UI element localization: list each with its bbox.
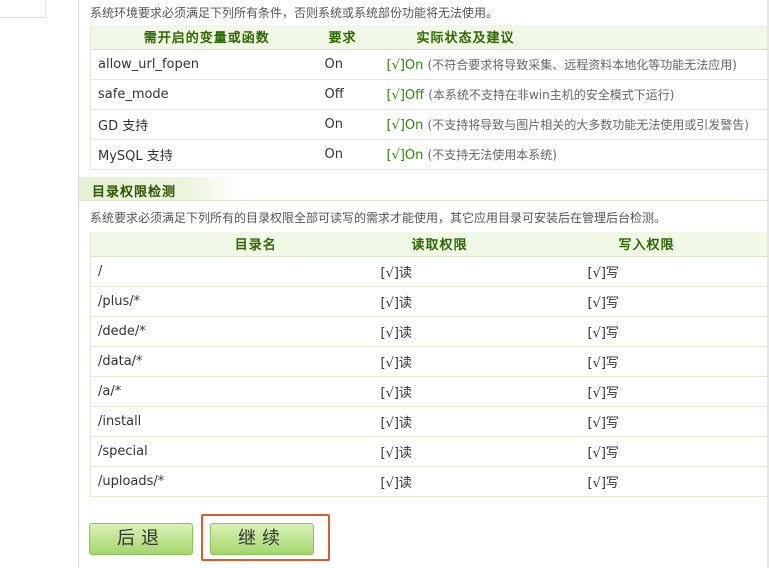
dir-permissions-table: 目录名 读取权限 写入权限 / [√]读 [√]写 /plus/* [√]读 […	[90, 232, 767, 497]
env-note: (本系统不支持在非win主机的安全模式下运行)	[428, 87, 675, 102]
env-status-cell: [√]Off (本系统不支持在非win主机的安全模式下运行)	[386, 79, 767, 110]
env-required: Off	[322, 79, 387, 110]
env-requirements-table: 需开启的变量或函数 要求 实际状态及建议 allow_url_fopen On …	[90, 25, 767, 170]
dir-write: [√]写	[587, 256, 767, 287]
dir-write: [√]写	[587, 286, 767, 317]
dir-write: [√]写	[587, 406, 767, 437]
env-row: allow_url_fopen On [√]On (不符合要求将导致采集、远程资…	[90, 49, 767, 80]
env-name: MySQL 支持	[90, 139, 323, 170]
dir-name: /plus/*	[90, 286, 381, 317]
env-note: (不支持将导致与图片相关的大多数功能无法使用或引发警告)	[427, 117, 749, 132]
left-frame-tab	[0, 0, 46, 18]
dir-table-header: 目录名 读取权限 写入权限	[90, 232, 767, 257]
dir-row: /special [√]读 [√]写	[90, 436, 767, 467]
env-name: allow_url_fopen	[90, 49, 323, 80]
dir-write: [√]写	[587, 346, 767, 377]
continue-button[interactable]: 继续	[210, 523, 314, 555]
env-name: GD 支持	[90, 109, 323, 140]
env-row: MySQL 支持 On [√]On (不支持无法使用本系统)	[90, 139, 767, 170]
env-status-cell: [√]On (不符合要求将导致采集、远程资料本地化等功能无法应用)	[386, 49, 767, 80]
env-name: safe_mode	[90, 79, 323, 110]
left-frame	[0, 0, 79, 568]
dir-row: /a/* [√]读 [√]写	[90, 376, 767, 407]
env-col-required: 要求	[322, 25, 387, 50]
env-status: [√]On	[386, 147, 424, 163]
env-note: (不支持无法使用本系统)	[427, 147, 557, 162]
env-table-header: 需开启的变量或函数 要求 实际状态及建议	[90, 25, 767, 50]
dir-section-header: 目录权限检测	[79, 177, 767, 201]
dir-read: [√]读	[380, 436, 588, 467]
dir-row: /uploads/* [√]读 [√]写	[90, 466, 767, 497]
dir-write: [√]写	[587, 436, 767, 467]
dir-row: /dede/* [√]读 [√]写	[90, 316, 767, 347]
dir-read: [√]读	[380, 406, 588, 437]
dir-write: [√]写	[587, 466, 767, 497]
env-row: safe_mode Off [√]Off (本系统不支持在非win主机的安全模式…	[90, 79, 767, 110]
env-status: [√]Off	[386, 87, 425, 103]
dir-write: [√]写	[587, 316, 767, 347]
env-col-status: 实际状态及建议	[386, 25, 767, 50]
dir-name: /dede/*	[90, 316, 381, 347]
back-button[interactable]: 后退	[89, 523, 193, 555]
section-divider	[79, 200, 767, 201]
env-status: [√]On	[386, 57, 424, 73]
dir-write: [√]写	[587, 376, 767, 407]
dir-section-title: 目录权限检测	[92, 185, 177, 200]
env-status: [√]On	[386, 117, 424, 133]
dir-row: /install [√]读 [√]写	[90, 406, 767, 437]
env-required: On	[322, 49, 387, 80]
dir-read: [√]读	[380, 256, 588, 287]
env-note: (不符合要求将导致采集、远程资料本地化等功能无法应用)	[427, 57, 737, 72]
dir-row: /data/* [√]读 [√]写	[90, 346, 767, 377]
dir-read: [√]读	[380, 286, 588, 317]
env-intro-text: 系统环境要求必须满足下列所有条件，否则系统或系统部份功能将无法使用。	[90, 6, 499, 20]
install-check-panel: 系统环境要求必须满足下列所有条件，否则系统或系统部份功能将无法使用。 需开启的变…	[79, 0, 767, 568]
dir-name: /uploads/*	[90, 466, 381, 497]
dir-col-write: 写入权限	[587, 232, 767, 257]
env-col-variable: 需开启的变量或函数	[90, 25, 323, 50]
dir-read: [√]读	[380, 466, 588, 497]
dir-name: /install	[90, 406, 381, 437]
env-required: On	[322, 139, 387, 170]
dir-col-read: 读取权限	[380, 232, 588, 257]
dir-read: [√]读	[380, 316, 588, 347]
env-required: On	[322, 109, 387, 140]
dir-row: / [√]读 [√]写	[90, 256, 767, 287]
dir-name: /a/*	[90, 376, 381, 407]
dir-read: [√]读	[380, 346, 588, 377]
dir-name: /data/*	[90, 346, 381, 377]
env-status-cell: [√]On (不支持无法使用本系统)	[386, 139, 767, 170]
dir-row: /plus/* [√]读 [√]写	[90, 286, 767, 317]
dir-name: /special	[90, 436, 381, 467]
env-status-cell: [√]On (不支持将导致与图片相关的大多数功能无法使用或引发警告)	[386, 109, 767, 140]
dir-col-name: 目录名	[90, 232, 381, 257]
dir-intro-text: 系统要求必须满足下列所有的目录权限全部可读写的需求才能使用，其它应用目录可安装后…	[90, 211, 667, 225]
dir-read: [√]读	[380, 376, 588, 407]
dir-name: /	[90, 256, 381, 287]
env-row: GD 支持 On [√]On (不支持将导致与图片相关的大多数功能无法使用或引发…	[90, 109, 767, 140]
